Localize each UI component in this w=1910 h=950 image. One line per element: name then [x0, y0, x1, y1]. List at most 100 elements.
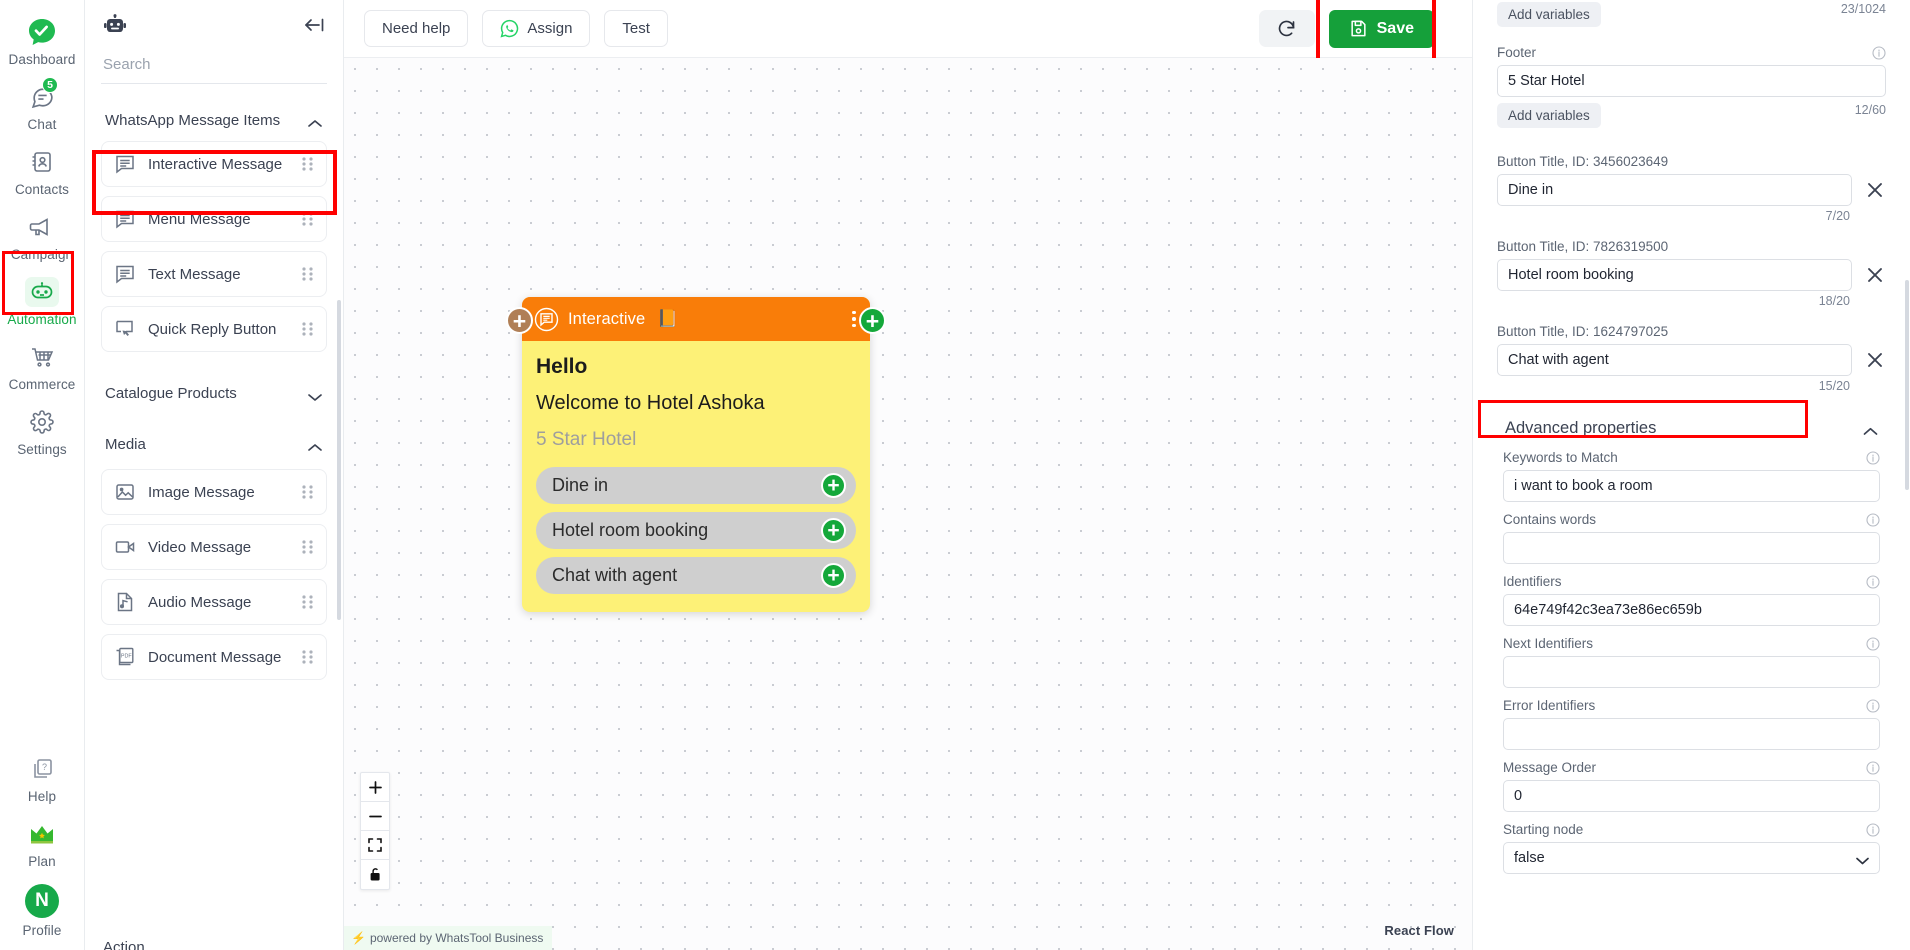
starting-node-select-wrapper[interactable]: [1503, 842, 1880, 874]
field-starting-node: Starting node: [1503, 822, 1880, 874]
test-button[interactable]: Test: [604, 10, 668, 47]
search-input[interactable]: [103, 56, 325, 73]
sidebar-item-contacts[interactable]: Contacts: [0, 138, 85, 203]
drag-handle-icon[interactable]: [301, 156, 314, 172]
close-x-icon[interactable]: [1864, 264, 1886, 286]
sidebar-item-dashboard[interactable]: Dashboard: [0, 8, 85, 73]
info-icon[interactable]: [1866, 450, 1880, 465]
drag-handle-icon[interactable]: [301, 484, 314, 500]
drag-handle-icon[interactable]: [301, 649, 314, 665]
footer-input[interactable]: [1497, 65, 1886, 97]
field-label: Contains words: [1503, 512, 1597, 527]
list-item-audio-message[interactable]: Audio Message: [101, 579, 327, 625]
lock-button[interactable]: [361, 860, 389, 889]
node-button-chat-with-agent[interactable]: Chat with agent +: [536, 557, 856, 594]
right-panel-scrollbar[interactable]: [1905, 280, 1909, 490]
keywords-to-match-input[interactable]: [1503, 470, 1880, 502]
refresh-button[interactable]: [1258, 10, 1315, 47]
section-title: WhatsApp Message Items: [105, 112, 281, 129]
sidebar-item-profile[interactable]: N Profile: [0, 875, 85, 950]
panel-scrollbar[interactable]: [337, 300, 341, 620]
drag-handle-icon[interactable]: [301, 266, 314, 282]
save-button-wrapper: Save: [1315, 0, 1436, 62]
chat-bubble-icon: 5: [25, 77, 59, 112]
section-header-whatsapp-message-items[interactable]: WhatsApp Message Items: [101, 98, 327, 141]
whatsapp-icon: [500, 19, 519, 38]
drag-handle-icon[interactable]: [301, 594, 314, 610]
sidebar-item-plan[interactable]: Plan: [0, 810, 85, 875]
section-header-media[interactable]: Media: [101, 426, 327, 469]
zoom-out-button[interactable]: [361, 802, 389, 831]
sidebar-item-chat[interactable]: 5 Chat: [0, 73, 85, 138]
identifiers-input[interactable]: [1503, 594, 1880, 626]
search-field[interactable]: [101, 52, 327, 84]
info-icon[interactable]: [1872, 45, 1886, 60]
node-body: Hello Welcome to Hotel Ashoka 5 Star Hot…: [522, 341, 870, 612]
contains-words-input[interactable]: [1503, 532, 1880, 564]
info-icon[interactable]: [1866, 512, 1880, 527]
info-icon[interactable]: [1866, 636, 1880, 651]
button-1-input[interactable]: [1497, 174, 1852, 206]
sidebar-item-commerce[interactable]: Commerce: [0, 333, 85, 398]
canvas-controls: [360, 772, 390, 890]
sidebar-item-help[interactable]: ? Help: [0, 745, 85, 810]
list-item-image-message[interactable]: Image Message: [101, 469, 327, 515]
collapse-left-icon[interactable]: [303, 16, 325, 36]
flow-canvas[interactable]: + + Interactive 📙 Hello Welcome to Hotel…: [344, 58, 1472, 950]
button-3-label: Button Title, ID: 1624797025: [1497, 324, 1669, 339]
footer-add-variables-button[interactable]: Add variables: [1497, 103, 1601, 128]
list-item-quick-reply-button[interactable]: Quick Reply Button: [101, 306, 327, 352]
next-identifiers-input[interactable]: [1503, 656, 1880, 688]
list-item-interactive-message[interactable]: Interactive Message: [101, 141, 327, 187]
sidebar-item-settings[interactable]: Settings: [0, 398, 85, 463]
whatstool-logo-icon: [25, 17, 59, 47]
close-x-icon[interactable]: [1864, 179, 1886, 201]
interactive-message-node[interactable]: + + Interactive 📙 Hello Welcome to Hotel…: [506, 297, 886, 612]
kebab-menu-icon[interactable]: [852, 310, 858, 328]
info-icon[interactable]: [1866, 760, 1880, 775]
contains-words-label-row: Contains words: [1503, 512, 1880, 527]
assign-button[interactable]: Assign: [482, 10, 591, 47]
list-item-text-message[interactable]: Text Message: [101, 251, 327, 297]
section-header-catalogue-products[interactable]: Catalogue Products: [101, 361, 327, 426]
need-help-button[interactable]: Need help: [364, 10, 469, 47]
chevron-up-icon: [1862, 424, 1878, 435]
advanced-properties-header[interactable]: Advanced properties: [1497, 405, 1886, 450]
list-item-label: Quick Reply Button: [148, 320, 277, 338]
message-order-input[interactable]: [1503, 780, 1880, 812]
info-icon[interactable]: [1866, 574, 1880, 589]
button-2-input[interactable]: [1497, 259, 1852, 291]
zoom-in-button[interactable]: [361, 773, 389, 802]
add-handle-right[interactable]: +: [859, 307, 886, 334]
add-handle[interactable]: +: [821, 518, 846, 543]
drag-handle-icon[interactable]: [301, 539, 314, 555]
list-item-video-message[interactable]: Video Message: [101, 524, 327, 570]
body-add-variables-button[interactable]: Add variables: [1497, 2, 1601, 27]
fit-view-button[interactable]: [361, 831, 389, 860]
close-x-icon[interactable]: [1864, 349, 1886, 371]
button-1-row: [1497, 174, 1886, 206]
add-handle[interactable]: +: [821, 473, 846, 498]
add-handle[interactable]: +: [821, 563, 846, 588]
info-icon[interactable]: [1866, 822, 1880, 837]
node-button-label: Chat with agent: [552, 565, 678, 585]
section-title: Media: [105, 436, 146, 453]
robot-head-icon[interactable]: [103, 14, 127, 38]
list-item-menu-message[interactable]: Menu Message: [101, 196, 327, 242]
info-icon[interactable]: [1866, 698, 1880, 713]
main-area: Need help Assign Test Save + + Interacti…: [344, 0, 1472, 950]
drag-handle-icon[interactable]: [301, 211, 314, 227]
node-button-dine-in[interactable]: Dine in +: [536, 467, 856, 504]
add-handle-left[interactable]: +: [506, 307, 533, 334]
video-camera-icon: [114, 536, 136, 558]
list-item-document-message[interactable]: PDF Document Message: [101, 634, 327, 680]
save-button[interactable]: Save: [1328, 9, 1434, 48]
node-button-hotel-room-booking[interactable]: Hotel room booking +: [536, 512, 856, 549]
starting-node-select[interactable]: [1503, 842, 1880, 874]
sidebar-item-automation[interactable]: Automation: [0, 268, 85, 333]
drag-handle-icon[interactable]: [301, 321, 314, 337]
button-3-input[interactable]: [1497, 344, 1852, 376]
field-identifiers: Identifiers: [1503, 574, 1880, 626]
sidebar-item-campaign[interactable]: Campaign: [0, 203, 85, 268]
error-identifiers-input[interactable]: [1503, 718, 1880, 750]
